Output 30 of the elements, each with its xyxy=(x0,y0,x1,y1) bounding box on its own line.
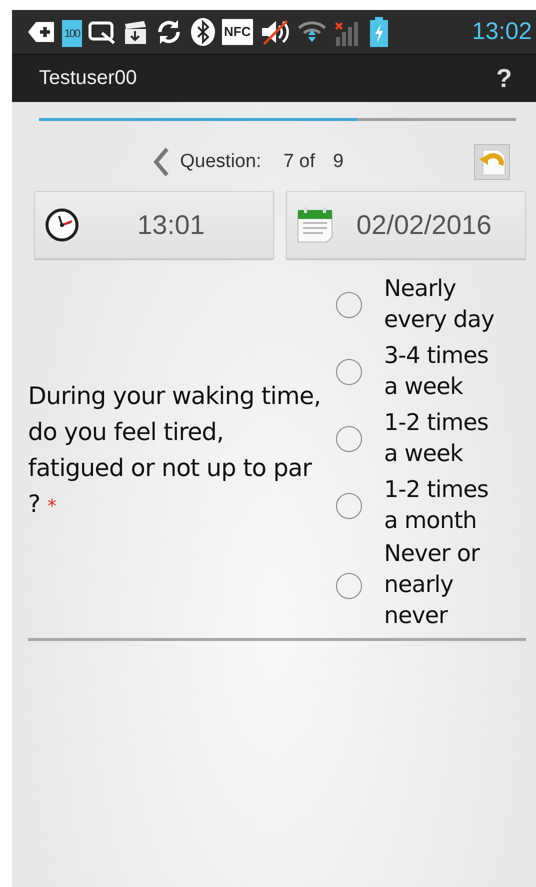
radio-button[interactable] xyxy=(336,358,362,384)
battery-charging-icon xyxy=(368,17,389,47)
undo-button[interactable] xyxy=(474,144,510,180)
date-button[interactable]: 02/02/2016 xyxy=(286,191,526,259)
archive-icon xyxy=(122,18,148,46)
bluetooth-icon xyxy=(190,17,216,47)
question-total: 9 xyxy=(333,151,344,173)
radio-button[interactable] xyxy=(336,572,362,598)
option-label[interactable]: Never or nearly never xyxy=(384,539,502,632)
time-button[interactable]: 13:01 xyxy=(34,191,274,259)
calendar-icon xyxy=(297,207,333,243)
nfc-icon: NFC xyxy=(222,19,253,45)
screen-icon xyxy=(88,19,116,45)
radio-button[interactable] xyxy=(336,426,362,452)
question-label: Question: xyxy=(180,151,262,173)
radio-button[interactable] xyxy=(336,492,362,518)
user-name: Testuser00 xyxy=(39,67,137,90)
radio-button[interactable] xyxy=(336,292,362,318)
option-label[interactable]: Nearly every day xyxy=(384,274,502,336)
tag-plus-icon xyxy=(26,19,56,45)
help-button[interactable]: ? xyxy=(492,63,516,94)
back-button[interactable] xyxy=(152,146,170,178)
option-label[interactable]: 3-4 times a week xyxy=(384,340,502,402)
question-number: 7 of xyxy=(283,151,316,173)
option-label[interactable]: 1-2 times a month xyxy=(384,474,502,536)
option-label[interactable]: 1-2 times a week xyxy=(384,408,502,470)
clock-icon xyxy=(45,208,79,242)
battery-icon: 100 xyxy=(62,17,82,47)
clock-time: 13:02 xyxy=(472,18,532,46)
question-text: During your waking time, do you feel tired, fatigued or not up to par ? * xyxy=(28,381,322,520)
